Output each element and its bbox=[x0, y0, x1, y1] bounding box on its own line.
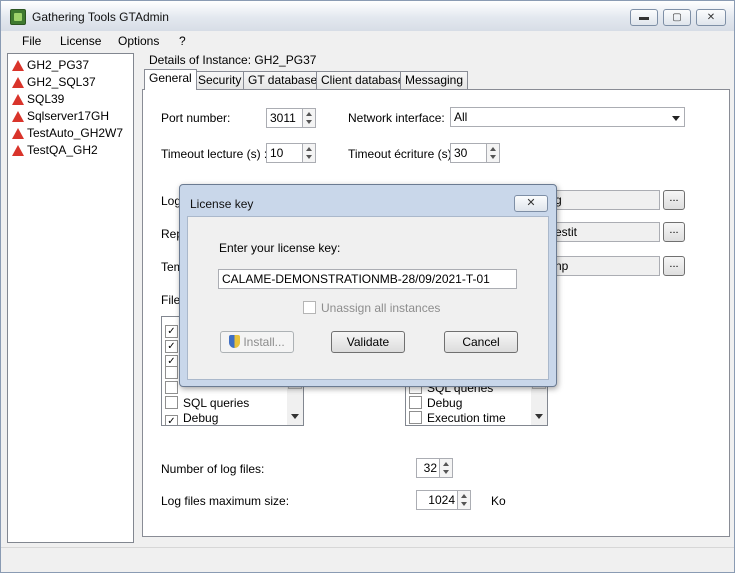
menu-file[interactable]: File bbox=[22, 34, 41, 48]
warning-icon bbox=[12, 128, 24, 139]
close-button[interactable]: ✕ bbox=[696, 9, 726, 26]
instance-item[interactable]: GH2_PG37 bbox=[12, 58, 89, 74]
instance-list[interactable]: GH2_PG37 GH2_SQL37 SQL39 Sqlserver17GH T… bbox=[7, 53, 134, 543]
window-title: Gathering Tools GTAdmin bbox=[32, 10, 169, 24]
timeout-write-input[interactable]: 30 bbox=[450, 143, 487, 163]
log-path-field[interactable]: g bbox=[551, 190, 660, 210]
browse-rep-button[interactable]: ... bbox=[663, 222, 685, 242]
num-log-files-spinner[interactable] bbox=[439, 458, 453, 478]
rep-path-field[interactable]: estit bbox=[551, 222, 660, 242]
timeout-write-spinner[interactable] bbox=[486, 143, 500, 163]
list-item[interactable]: Execution time bbox=[409, 411, 506, 425]
scroll-down-icon[interactable] bbox=[291, 414, 299, 419]
tab-security[interactable]: Security bbox=[193, 71, 247, 89]
list-item[interactable]: ✓ Debug bbox=[165, 411, 218, 425]
instance-item[interactable]: TestAuto_GH2W7 bbox=[12, 126, 123, 142]
menu-options[interactable]: Options bbox=[118, 34, 159, 48]
tab-client-database[interactable]: Client database bbox=[316, 71, 410, 89]
instance-item[interactable]: Sqlserver17GH bbox=[12, 109, 109, 125]
warning-icon bbox=[12, 60, 24, 71]
validate-button[interactable]: Validate bbox=[331, 331, 405, 353]
timeout-read-label: Timeout lecture (s) : bbox=[161, 147, 268, 161]
menu-license[interactable]: License bbox=[60, 34, 101, 48]
warning-icon bbox=[12, 111, 24, 122]
checkbox[interactable] bbox=[409, 411, 422, 424]
timeout-read-input[interactable]: 10 bbox=[266, 143, 303, 163]
license-key-input[interactable]: CALAME-DEMONSTRATIONMB-28/09/2021-T-01 bbox=[218, 269, 517, 289]
checkbox[interactable] bbox=[409, 396, 422, 409]
dialog-title: License key bbox=[190, 197, 254, 211]
instance-item[interactable]: GH2_SQL37 bbox=[12, 75, 96, 91]
browse-log-button[interactable]: ... bbox=[663, 190, 685, 210]
tab-gt-database[interactable]: GT database bbox=[243, 71, 323, 89]
license-key-dialog: License key ✕ Enter your license key: CA… bbox=[179, 184, 557, 387]
warning-icon bbox=[12, 77, 24, 88]
checkbox[interactable] bbox=[303, 301, 316, 314]
list-item[interactable]: SQL queries bbox=[165, 396, 249, 411]
port-input[interactable]: 3011 bbox=[266, 108, 303, 128]
max-size-spinner[interactable] bbox=[457, 490, 471, 510]
files-label: File bbox=[161, 293, 181, 307]
tab-general[interactable]: General bbox=[144, 69, 197, 90]
warning-icon bbox=[12, 145, 24, 156]
max-size-input[interactable]: 1024 bbox=[416, 490, 458, 510]
browse-tem-button[interactable]: ... bbox=[663, 256, 685, 276]
num-log-files-input[interactable]: 32 bbox=[416, 458, 440, 478]
scroll-down-icon[interactable] bbox=[535, 414, 543, 419]
title-bar[interactable]: Gathering Tools GTAdmin ▬ ▢ ✕ bbox=[1, 1, 734, 31]
dialog-close-button[interactable]: ✕ bbox=[514, 195, 548, 212]
warning-icon bbox=[12, 94, 24, 105]
menu-bar: File License Options ? bbox=[1, 31, 734, 51]
timeout-write-label: Timeout écriture (s) : bbox=[348, 147, 459, 161]
chevron-down-icon bbox=[672, 116, 680, 121]
network-interface-label: Network interface: bbox=[348, 111, 445, 125]
instance-item[interactable]: SQL39 bbox=[12, 92, 64, 108]
instance-item[interactable]: TestQA_GH2 bbox=[12, 143, 98, 159]
network-interface-select[interactable]: All bbox=[450, 107, 685, 127]
unassign-checkbox[interactable]: Unassign all instances bbox=[303, 301, 440, 315]
max-size-label: Log files maximum size: bbox=[161, 494, 290, 508]
tem-path-field[interactable]: np bbox=[551, 256, 660, 276]
checkbox[interactable] bbox=[165, 396, 178, 409]
timeout-read-spinner[interactable] bbox=[302, 143, 316, 163]
status-bar bbox=[1, 547, 734, 572]
list-item[interactable]: Debug bbox=[409, 396, 462, 411]
checkbox[interactable] bbox=[165, 381, 178, 394]
maximize-button[interactable]: ▢ bbox=[663, 9, 691, 26]
minimize-button[interactable]: ▬ bbox=[630, 9, 658, 26]
install-button[interactable]: Install... bbox=[220, 331, 294, 353]
app-icon bbox=[10, 9, 26, 25]
main-window: Gathering Tools GTAdmin ▬ ▢ ✕ File Licen… bbox=[0, 0, 735, 573]
shield-icon bbox=[229, 335, 241, 348]
port-spinner[interactable] bbox=[302, 108, 316, 128]
menu-help[interactable]: ? bbox=[179, 34, 186, 48]
details-title: Details of Instance: GH2_PG37 bbox=[149, 53, 317, 67]
max-size-unit: Ko bbox=[491, 494, 506, 508]
checkbox[interactable] bbox=[165, 366, 178, 379]
checkbox[interactable]: ✓ bbox=[165, 415, 178, 425]
cancel-button[interactable]: Cancel bbox=[444, 331, 518, 353]
dialog-body: Enter your license key: CALAME-DEMONSTRA… bbox=[187, 216, 549, 380]
license-prompt: Enter your license key: bbox=[219, 241, 341, 255]
num-log-files-label: Number of log files: bbox=[161, 462, 265, 476]
port-label: Port number: bbox=[161, 111, 231, 125]
tab-messaging[interactable]: Messaging bbox=[400, 71, 469, 89]
